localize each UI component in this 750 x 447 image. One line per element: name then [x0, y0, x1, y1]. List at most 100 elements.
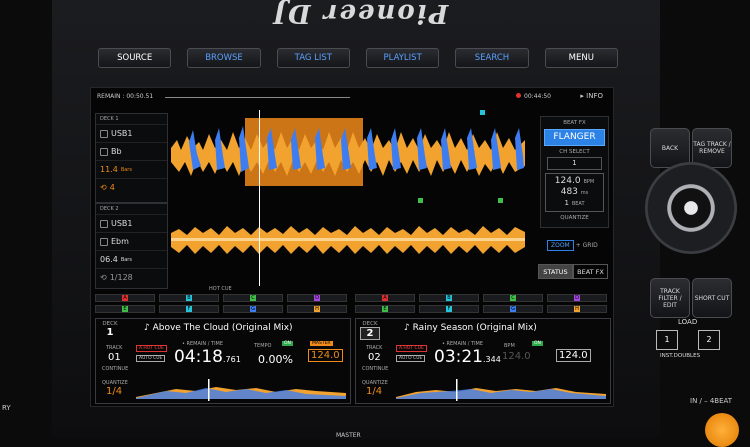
load-deck2-button[interactable]: 2: [698, 330, 720, 350]
hot-cue-row-left-bottom: E F G H: [95, 305, 347, 313]
hot-cue-pad[interactable]: A: [95, 294, 155, 302]
deck2-source: USB1: [111, 219, 133, 228]
hot-cue-letter: D: [314, 295, 320, 301]
search-button[interactable]: SEARCH: [455, 48, 529, 68]
playlist-button[interactable]: PLAYLIST: [365, 48, 440, 68]
short-cut-button[interactable]: SHORT CUT: [692, 278, 732, 318]
deck-label: DECK: [362, 321, 378, 327]
usb-icon: [100, 219, 108, 228]
deck2-title-text: Rainy Season (Original Mix): [412, 323, 537, 333]
hot-cue-pad[interactable]: B: [159, 294, 219, 302]
hot-cue-letter: C: [510, 295, 516, 301]
browse-button[interactable]: BROWSE: [187, 48, 261, 68]
hot-cue-pad[interactable]: F: [159, 305, 219, 313]
deck1-time-ms: .761: [223, 355, 241, 364]
deck1-quantize-value: 1/4: [106, 386, 123, 397]
playhead: [259, 110, 260, 286]
hot-cue-marker: [498, 198, 503, 203]
menu-button[interactable]: MENU: [544, 48, 618, 68]
deck1-mini-waveform[interactable]: [136, 379, 346, 401]
loop-icon: ⟲: [100, 183, 107, 192]
bpm-label: BPM: [504, 343, 515, 349]
hot-cue-pad[interactable]: B: [419, 294, 479, 302]
deck2-waveform[interactable]: [171, 213, 525, 268]
touch-screen: REMAIN : 00:50.51 00:44:50 ▸ INFO DECK 1…: [90, 87, 614, 407]
status-tab[interactable]: STATUS: [538, 264, 573, 279]
beat-fx-tab[interactable]: BEAT FX: [573, 264, 608, 279]
fx-beat: 1: [564, 199, 569, 207]
deck2-track-panel[interactable]: DECK 2 ♪ Rainy Season (Original Mix) TRAC…: [355, 318, 611, 404]
hot-cue-letter: F: [186, 306, 192, 312]
continue-label: CONTINUE: [102, 366, 129, 372]
auto-cue-tag[interactable]: AUTO CUE: [136, 355, 166, 362]
track-filter-edit-button[interactable]: TRACK FILTER / EDIT: [650, 278, 690, 318]
auto-cue-tag[interactable]: AUTO CUE: [396, 355, 426, 362]
deck2-bpm: 124.0: [556, 349, 591, 362]
quantize-label: QUANTIZE: [560, 215, 589, 221]
hot-cue-tag[interactable]: A.HOT CUE: [396, 345, 427, 352]
ch-select-value[interactable]: 1: [547, 157, 602, 170]
deck1-bpm: 124.0: [308, 349, 343, 362]
deck2-title: ♪ Rainy Season (Original Mix): [404, 323, 537, 333]
load-deck1-button[interactable]: 1: [656, 330, 678, 350]
deck1-info-panel[interactable]: DECK 1 USB1 Bb 11.4 Bars ⟲ 4: [95, 113, 168, 203]
hot-cue-pad[interactable]: H: [547, 305, 607, 313]
deck1-bars-unit: Bars: [120, 166, 132, 173]
deck1-bars: 11.4: [100, 165, 118, 174]
clock: 00:44:50: [516, 93, 551, 100]
deck1-loop-row: ⟲ 4: [96, 178, 167, 196]
record-indicator-icon: [516, 93, 522, 98]
hot-cue-pad[interactable]: G: [483, 305, 543, 313]
ch-select-label: CH SELECT: [559, 149, 590, 155]
deck-num: 1: [106, 327, 114, 338]
deck2-track-num: 02: [368, 352, 381, 363]
hot-cue-marker: [480, 110, 485, 115]
hot-cue-pad[interactable]: G: [223, 305, 283, 313]
deck2-key: Ebm: [111, 237, 129, 246]
hot-cue-pad[interactable]: H: [287, 305, 347, 313]
info-button[interactable]: ▸ INFO: [580, 92, 603, 100]
hot-cue-letter: A: [382, 295, 388, 301]
remain-progress-line: [165, 97, 350, 98]
deck1-track-panel[interactable]: DECK 1 ♪ Above The Cloud (Original Mix) T…: [95, 318, 351, 404]
in-4beat-button[interactable]: [705, 413, 739, 447]
deck1-time-main: 04:18: [174, 347, 223, 367]
hot-cue-pad[interactable]: C: [223, 294, 283, 302]
hot-cue-pad[interactable]: F: [419, 305, 479, 313]
hot-cue-pad[interactable]: E: [95, 305, 155, 313]
hot-cue-pad[interactable]: C: [483, 294, 543, 302]
deck1-source: USB1: [111, 129, 133, 138]
deck1-track-num: 01: [108, 352, 121, 363]
deck2-quantize-value: 1/4: [366, 386, 383, 397]
hot-cue-letter: F: [446, 306, 452, 312]
hot-cue-pad[interactable]: D: [287, 294, 347, 302]
deck1-title: ♪ Above The Cloud (Original Mix): [144, 323, 293, 333]
hot-cue-tag[interactable]: A.HOT CUE: [136, 345, 167, 352]
key-icon: [100, 237, 108, 246]
hot-cue-letter: D: [574, 295, 580, 301]
hot-cue-pad[interactable]: D: [547, 294, 607, 302]
deck2-mini-waveform[interactable]: [396, 379, 606, 401]
fx-select-button[interactable]: FLANGER: [544, 129, 605, 146]
source-button[interactable]: SOURCE: [98, 48, 172, 68]
deck2-bpm-ghost: 124.0: [502, 351, 531, 362]
fx-bpm-box[interactable]: 124.0 BPM 483 ms 1 BEAT: [545, 173, 604, 212]
grid-label: + GRID: [575, 242, 598, 249]
deck2-info-panel[interactable]: DECK 2 USB1 Ebm 06.4 Bars ⟲ 1/128: [95, 203, 168, 289]
hot-cue-pad[interactable]: A: [355, 294, 415, 302]
hot-cue-letter: B: [186, 295, 192, 301]
remain-readout: REMAIN : 00:50.51: [97, 93, 154, 100]
tag-list-button[interactable]: TAG LIST: [276, 48, 350, 68]
inst-doubles-label: INST.DOUBLES: [660, 353, 701, 359]
hot-cue-pad[interactable]: E: [355, 305, 415, 313]
rotary-selector-knob[interactable]: [645, 162, 737, 254]
deck1-title-text: Above The Cloud (Original Mix): [152, 323, 293, 333]
usb-icon: [100, 129, 108, 138]
hot-cue-letter: B: [446, 295, 452, 301]
left-edge-label: RY: [2, 404, 11, 412]
status-tabs: STATUS BEAT FX: [538, 264, 608, 279]
deck1-waveform[interactable]: [171, 110, 525, 210]
zoom-grid-toggle[interactable]: ZOOM + GRID: [547, 240, 598, 251]
fx-ms-unit: ms: [580, 190, 589, 196]
hot-cue-letter: C: [250, 295, 256, 301]
